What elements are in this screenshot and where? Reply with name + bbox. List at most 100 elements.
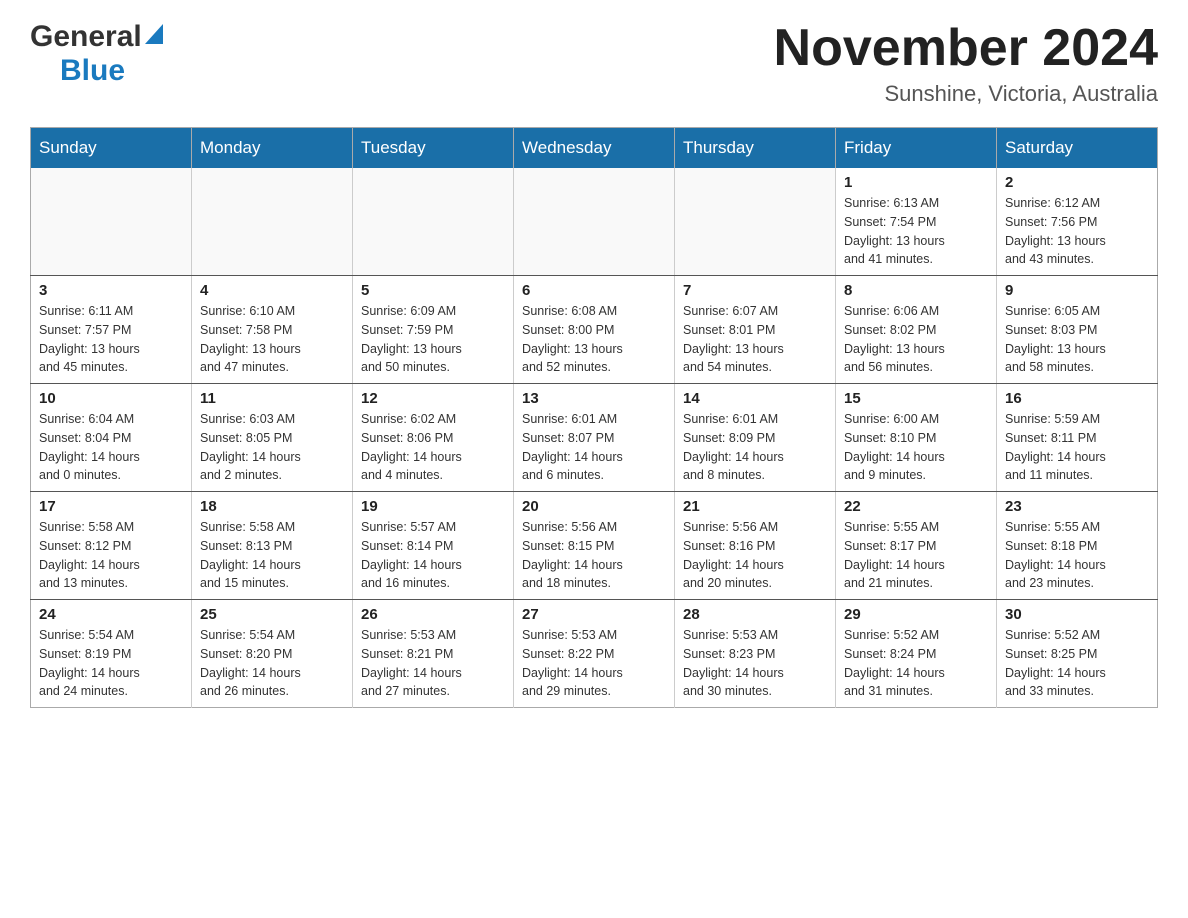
day-info: Sunrise: 6:01 AM Sunset: 8:07 PM Dayligh… bbox=[522, 410, 666, 485]
calendar-week-3: 10 Sunrise: 6:04 AM Sunset: 8:04 PM Dayli… bbox=[31, 384, 1158, 492]
calendar-cell: 15 Sunrise: 6:00 AM Sunset: 8:10 PM Dayli… bbox=[836, 384, 997, 492]
calendar-cell: 4 Sunrise: 6:10 AM Sunset: 7:58 PM Daylig… bbox=[192, 276, 353, 384]
day-info: Sunrise: 6:00 AM Sunset: 8:10 PM Dayligh… bbox=[844, 410, 988, 485]
calendar-cell: 6 Sunrise: 6:08 AM Sunset: 8:00 PM Daylig… bbox=[514, 276, 675, 384]
title-area: November 2024 Sunshine, Victoria, Austra… bbox=[774, 20, 1158, 107]
day-info: Sunrise: 6:12 AM Sunset: 7:56 PM Dayligh… bbox=[1005, 194, 1149, 269]
day-info: Sunrise: 6:07 AM Sunset: 8:01 PM Dayligh… bbox=[683, 302, 827, 377]
day-number: 11 bbox=[200, 390, 344, 407]
calendar-header-tuesday: Tuesday bbox=[353, 128, 514, 169]
calendar-cell: 23 Sunrise: 5:55 AM Sunset: 8:18 PM Dayli… bbox=[997, 492, 1158, 600]
calendar-cell bbox=[31, 168, 192, 276]
day-number: 24 bbox=[39, 606, 183, 623]
day-info: Sunrise: 6:09 AM Sunset: 7:59 PM Dayligh… bbox=[361, 302, 505, 377]
month-title: November 2024 bbox=[774, 20, 1158, 77]
day-number: 19 bbox=[361, 498, 505, 515]
calendar-cell: 1Sunrise: 6:13 AM Sunset: 7:54 PM Daylig… bbox=[836, 168, 997, 276]
day-info: Sunrise: 5:58 AM Sunset: 8:13 PM Dayligh… bbox=[200, 518, 344, 593]
day-info: Sunrise: 6:03 AM Sunset: 8:05 PM Dayligh… bbox=[200, 410, 344, 485]
day-number: 8 bbox=[844, 282, 988, 299]
calendar-cell: 7 Sunrise: 6:07 AM Sunset: 8:01 PM Daylig… bbox=[675, 276, 836, 384]
day-info: Sunrise: 5:55 AM Sunset: 8:18 PM Dayligh… bbox=[1005, 518, 1149, 593]
page-header: General Blue November 2024 Sunshine, Vic… bbox=[30, 20, 1158, 107]
calendar-cell: 19Sunrise: 5:57 AM Sunset: 8:14 PM Dayli… bbox=[353, 492, 514, 600]
logo-blue-text: Blue bbox=[60, 54, 125, 88]
day-number: 10 bbox=[39, 390, 183, 407]
day-number: 22 bbox=[844, 498, 988, 515]
calendar-cell: 28 Sunrise: 5:53 AM Sunset: 8:23 PM Dayli… bbox=[675, 600, 836, 708]
day-info: Sunrise: 6:10 AM Sunset: 7:58 PM Dayligh… bbox=[200, 302, 344, 377]
day-number: 30 bbox=[1005, 606, 1149, 623]
location-text: Sunshine, Victoria, Australia bbox=[774, 81, 1158, 107]
calendar-cell: 8Sunrise: 6:06 AM Sunset: 8:02 PM Daylig… bbox=[836, 276, 997, 384]
calendar-week-2: 3 Sunrise: 6:11 AM Sunset: 7:57 PM Daylig… bbox=[31, 276, 1158, 384]
calendar-cell bbox=[192, 168, 353, 276]
calendar-cell bbox=[353, 168, 514, 276]
calendar-cell: 20 Sunrise: 5:56 AM Sunset: 8:15 PM Dayli… bbox=[514, 492, 675, 600]
day-info: Sunrise: 5:59 AM Sunset: 8:11 PM Dayligh… bbox=[1005, 410, 1149, 485]
calendar-week-5: 24 Sunrise: 5:54 AM Sunset: 8:19 PM Dayli… bbox=[31, 600, 1158, 708]
day-number: 15 bbox=[844, 390, 988, 407]
calendar-cell: 27 Sunrise: 5:53 AM Sunset: 8:22 PM Dayli… bbox=[514, 600, 675, 708]
day-number: 3 bbox=[39, 282, 183, 299]
day-number: 21 bbox=[683, 498, 827, 515]
calendar-header-thursday: Thursday bbox=[675, 128, 836, 169]
day-number: 17 bbox=[39, 498, 183, 515]
calendar-cell: 11 Sunrise: 6:03 AM Sunset: 8:05 PM Dayli… bbox=[192, 384, 353, 492]
calendar-cell: 25 Sunrise: 5:54 AM Sunset: 8:20 PM Dayli… bbox=[192, 600, 353, 708]
calendar-cell: 5Sunrise: 6:09 AM Sunset: 7:59 PM Daylig… bbox=[353, 276, 514, 384]
day-info: Sunrise: 5:53 AM Sunset: 8:22 PM Dayligh… bbox=[522, 626, 666, 701]
calendar-cell: 22Sunrise: 5:55 AM Sunset: 8:17 PM Dayli… bbox=[836, 492, 997, 600]
day-info: Sunrise: 5:52 AM Sunset: 8:25 PM Dayligh… bbox=[1005, 626, 1149, 701]
day-info: Sunrise: 6:02 AM Sunset: 8:06 PM Dayligh… bbox=[361, 410, 505, 485]
calendar-header-row: SundayMondayTuesdayWednesdayThursdayFrid… bbox=[31, 128, 1158, 169]
calendar-cell bbox=[514, 168, 675, 276]
calendar-header-wednesday: Wednesday bbox=[514, 128, 675, 169]
logo: General Blue bbox=[30, 20, 163, 88]
calendar-header-friday: Friday bbox=[836, 128, 997, 169]
day-info: Sunrise: 5:58 AM Sunset: 8:12 PM Dayligh… bbox=[39, 518, 183, 593]
day-info: Sunrise: 5:53 AM Sunset: 8:21 PM Dayligh… bbox=[361, 626, 505, 701]
day-number: 7 bbox=[683, 282, 827, 299]
day-number: 6 bbox=[522, 282, 666, 299]
calendar-cell bbox=[675, 168, 836, 276]
day-info: Sunrise: 5:56 AM Sunset: 8:15 PM Dayligh… bbox=[522, 518, 666, 593]
day-number: 13 bbox=[522, 390, 666, 407]
day-info: Sunrise: 5:54 AM Sunset: 8:19 PM Dayligh… bbox=[39, 626, 183, 701]
day-number: 2 bbox=[1005, 174, 1149, 191]
day-number: 20 bbox=[522, 498, 666, 515]
day-info: Sunrise: 6:01 AM Sunset: 8:09 PM Dayligh… bbox=[683, 410, 827, 485]
day-number: 26 bbox=[361, 606, 505, 623]
day-number: 12 bbox=[361, 390, 505, 407]
day-info: Sunrise: 5:54 AM Sunset: 8:20 PM Dayligh… bbox=[200, 626, 344, 701]
calendar-cell: 13 Sunrise: 6:01 AM Sunset: 8:07 PM Dayli… bbox=[514, 384, 675, 492]
day-info: Sunrise: 6:04 AM Sunset: 8:04 PM Dayligh… bbox=[39, 410, 183, 485]
day-info: Sunrise: 5:56 AM Sunset: 8:16 PM Dayligh… bbox=[683, 518, 827, 593]
day-info: Sunrise: 6:13 AM Sunset: 7:54 PM Dayligh… bbox=[844, 194, 988, 269]
day-number: 18 bbox=[200, 498, 344, 515]
calendar-cell: 26 Sunrise: 5:53 AM Sunset: 8:21 PM Dayli… bbox=[353, 600, 514, 708]
calendar-cell: 12 Sunrise: 6:02 AM Sunset: 8:06 PM Dayli… bbox=[353, 384, 514, 492]
calendar-cell: 21 Sunrise: 5:56 AM Sunset: 8:16 PM Dayli… bbox=[675, 492, 836, 600]
calendar-header-saturday: Saturday bbox=[997, 128, 1158, 169]
day-info: Sunrise: 6:11 AM Sunset: 7:57 PM Dayligh… bbox=[39, 302, 183, 377]
calendar-cell: 10 Sunrise: 6:04 AM Sunset: 8:04 PM Dayli… bbox=[31, 384, 192, 492]
day-info: Sunrise: 5:52 AM Sunset: 8:24 PM Dayligh… bbox=[844, 626, 988, 701]
calendar-cell: 3 Sunrise: 6:11 AM Sunset: 7:57 PM Daylig… bbox=[31, 276, 192, 384]
day-number: 25 bbox=[200, 606, 344, 623]
calendar-cell: 14Sunrise: 6:01 AM Sunset: 8:09 PM Dayli… bbox=[675, 384, 836, 492]
calendar-header-monday: Monday bbox=[192, 128, 353, 169]
day-info: Sunrise: 6:08 AM Sunset: 8:00 PM Dayligh… bbox=[522, 302, 666, 377]
day-number: 9 bbox=[1005, 282, 1149, 299]
day-number: 4 bbox=[200, 282, 344, 299]
day-number: 23 bbox=[1005, 498, 1149, 515]
calendar-cell: 30 Sunrise: 5:52 AM Sunset: 8:25 PM Dayli… bbox=[997, 600, 1158, 708]
day-number: 27 bbox=[522, 606, 666, 623]
day-info: Sunrise: 5:53 AM Sunset: 8:23 PM Dayligh… bbox=[683, 626, 827, 701]
day-number: 16 bbox=[1005, 390, 1149, 407]
calendar-table: SundayMondayTuesdayWednesdayThursdayFrid… bbox=[30, 127, 1158, 708]
calendar-cell: 29Sunrise: 5:52 AM Sunset: 8:24 PM Dayli… bbox=[836, 600, 997, 708]
day-number: 28 bbox=[683, 606, 827, 623]
calendar-cell: 18 Sunrise: 5:58 AM Sunset: 8:13 PM Dayli… bbox=[192, 492, 353, 600]
calendar-cell: 16 Sunrise: 5:59 AM Sunset: 8:11 PM Dayli… bbox=[997, 384, 1158, 492]
